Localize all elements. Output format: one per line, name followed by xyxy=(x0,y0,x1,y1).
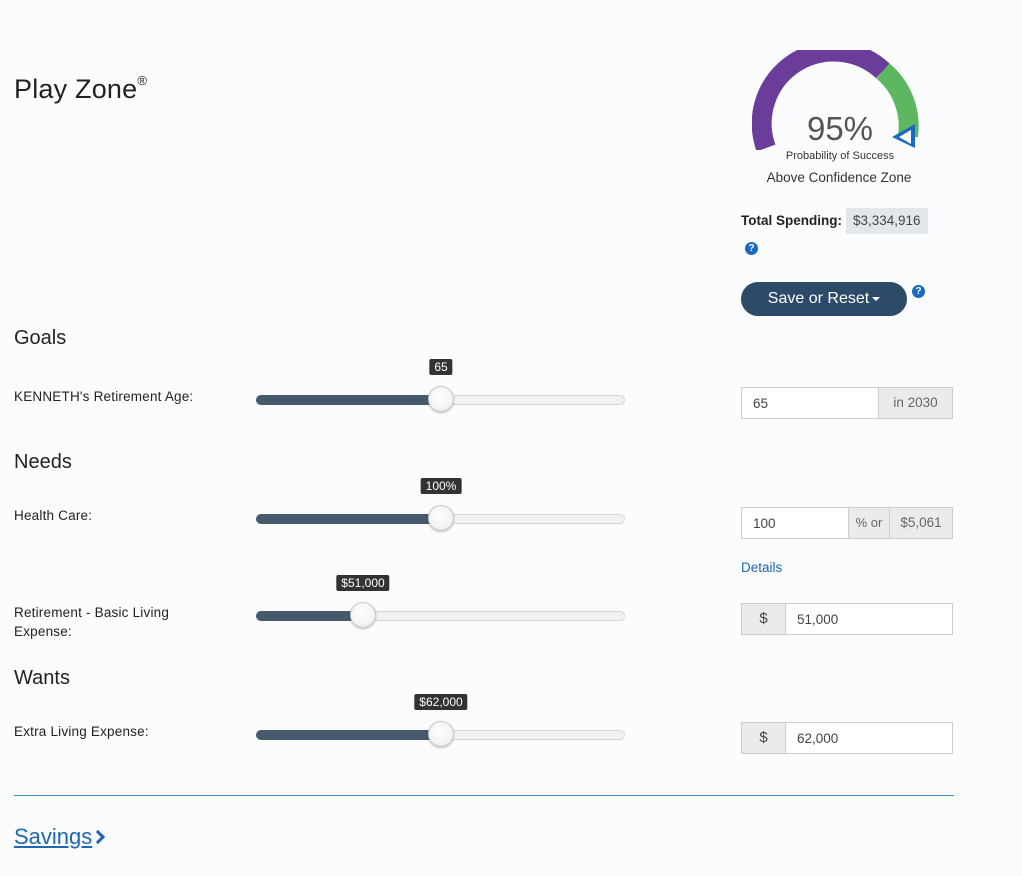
spending-help-icon[interactable]: ? xyxy=(745,242,758,255)
save-help-icon[interactable]: ? xyxy=(912,285,925,298)
health-care-percent-input[interactable] xyxy=(741,507,849,539)
total-spending-label: Total Spending: xyxy=(741,213,842,228)
retirement-age-slider[interactable]: 65 xyxy=(256,359,625,412)
basic-living-slider[interactable]: $51,000 xyxy=(256,575,625,628)
slider-handle[interactable] xyxy=(428,386,454,412)
page-title: Play Zone® xyxy=(14,73,148,105)
slider-fill xyxy=(256,730,441,740)
chevron-right-icon xyxy=(91,829,106,845)
slider-fill xyxy=(256,395,441,405)
slider-value-bubble: $62,000 xyxy=(414,694,468,710)
caret-down-icon xyxy=(872,296,881,301)
slider-fill xyxy=(256,514,441,524)
currency-addon: $ xyxy=(741,722,786,754)
savings-label: Savings xyxy=(14,824,93,849)
basic-living-label-line1: Retirement - Basic Living xyxy=(14,605,170,620)
slider-handle[interactable] xyxy=(428,721,454,747)
section-wants: Wants xyxy=(14,667,70,689)
savings-link[interactable]: Savings xyxy=(14,824,106,850)
slider-fill xyxy=(256,611,363,621)
save-or-reset-label: Save or Reset xyxy=(767,290,870,307)
health-care-label: Health Care: xyxy=(14,508,93,523)
save-or-reset-button[interactable]: Save or Reset xyxy=(741,282,907,316)
section-divider xyxy=(14,795,954,796)
retirement-age-label: KENNETH's Retirement Age: xyxy=(14,389,194,404)
extra-living-slider[interactable]: $62,000 xyxy=(256,694,625,747)
registered-mark: ® xyxy=(137,73,148,88)
slider-value-bubble: $51,000 xyxy=(336,575,390,591)
zone-status: Above Confidence Zone xyxy=(766,170,912,185)
basic-living-label-line2: Expense: xyxy=(14,624,72,639)
total-spending-value: $3,334,916 xyxy=(846,208,928,234)
currency-addon: $ xyxy=(741,603,786,635)
extra-living-label: Extra Living Expense: xyxy=(14,724,149,739)
health-care-amount-addon: $5,061 xyxy=(889,507,953,539)
basic-living-label: Retirement - Basic Living Expense: xyxy=(14,603,169,641)
slider-handle[interactable] xyxy=(428,505,454,531)
percent-or-addon: % or xyxy=(848,507,890,539)
health-care-details-link[interactable]: Details xyxy=(741,560,782,575)
slider-handle[interactable] xyxy=(350,602,376,628)
slider-value-bubble: 100% xyxy=(420,478,462,494)
retirement-age-input[interactable] xyxy=(741,387,879,419)
health-care-slider[interactable]: 100% xyxy=(256,478,625,531)
success-subtitle: Probability of Success xyxy=(785,150,895,162)
slider-value-bubble: 65 xyxy=(429,359,453,375)
page-title-text: Play Zone xyxy=(14,74,138,104)
section-goals: Goals xyxy=(14,327,67,349)
success-percent: 95% xyxy=(806,110,874,147)
basic-living-input[interactable] xyxy=(785,603,953,635)
extra-living-input[interactable] xyxy=(785,722,953,754)
section-needs: Needs xyxy=(14,451,72,473)
retirement-year-addon: in 2030 xyxy=(878,387,953,419)
